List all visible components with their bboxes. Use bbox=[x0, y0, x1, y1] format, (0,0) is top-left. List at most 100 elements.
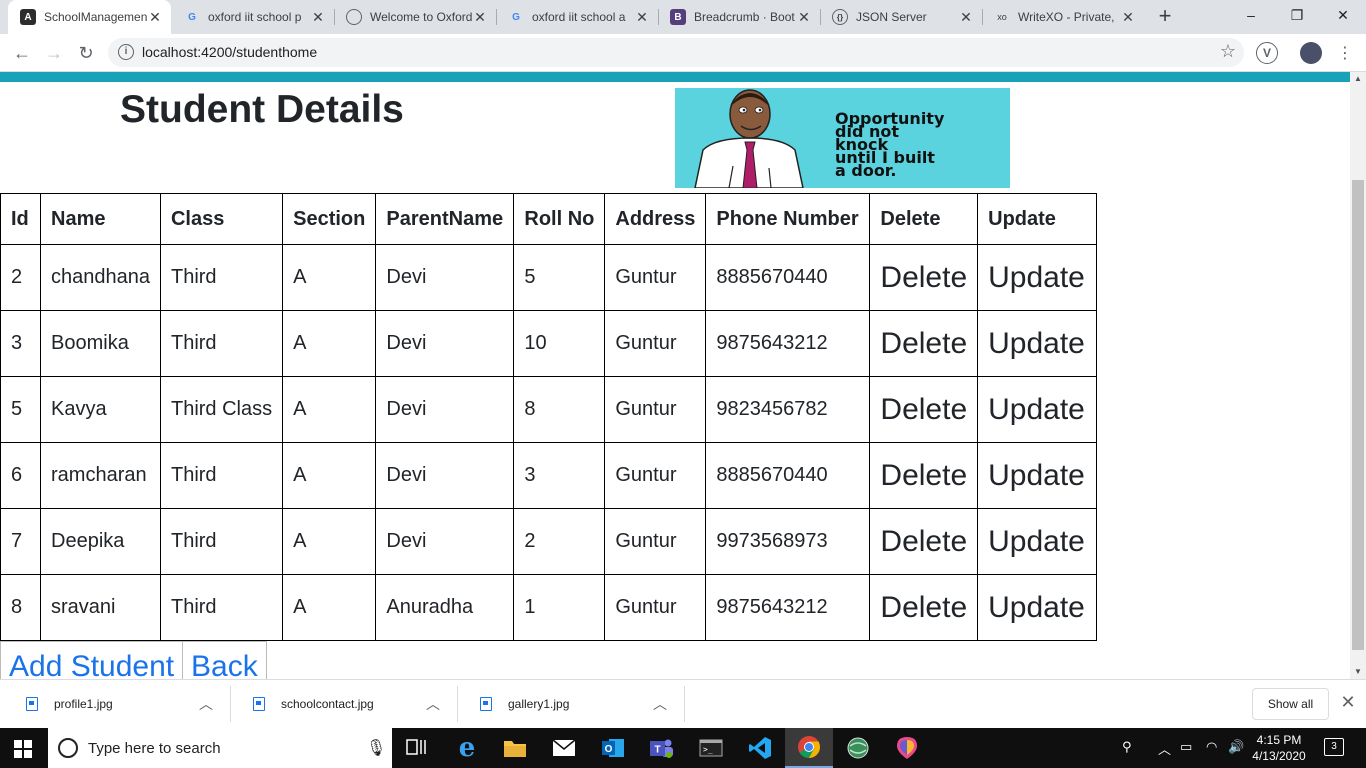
update-button[interactable]: Update bbox=[977, 310, 1098, 377]
delete-button[interactable]: Delete bbox=[869, 574, 979, 641]
notification-center-icon[interactable]: 3 bbox=[1324, 738, 1344, 756]
scroll-down-arrow-icon[interactable]: ▼ bbox=[1350, 665, 1366, 679]
tab-welcome-oxford[interactable]: Welcome to Oxford ✕ bbox=[334, 0, 496, 34]
mail-icon[interactable] bbox=[540, 728, 588, 768]
top-accent-bar bbox=[0, 72, 1350, 82]
chevron-up-icon[interactable]: ︿ bbox=[421, 694, 445, 714]
close-tab-icon[interactable]: ✕ bbox=[147, 9, 163, 25]
update-button[interactable]: Update bbox=[977, 574, 1098, 641]
scrollbar-thumb[interactable] bbox=[1352, 180, 1364, 650]
delete-button[interactable]: Delete bbox=[869, 508, 979, 575]
outlook-icon[interactable]: O bbox=[589, 728, 637, 768]
show-hidden-icons-chevron[interactable]: ︿ bbox=[1158, 739, 1171, 758]
new-tab-button[interactable]: + bbox=[1153, 5, 1177, 29]
cell-phone-number: 9973568973 bbox=[705, 508, 871, 575]
task-view-icon[interactable] bbox=[392, 728, 440, 768]
show-all-downloads-button[interactable]: Show all bbox=[1252, 688, 1329, 720]
cell-section: A bbox=[282, 310, 377, 377]
vertical-scrollbar[interactable]: ▲ ▼ bbox=[1350, 72, 1366, 679]
tab-writexo[interactable]: xo WriteXO - Private, ✕ bbox=[982, 0, 1144, 34]
close-tab-icon[interactable]: ✕ bbox=[310, 9, 326, 25]
close-window-button[interactable]: ✕ bbox=[1320, 0, 1366, 30]
wifi-icon[interactable]: ◠ bbox=[1206, 739, 1217, 755]
back-button[interactable]: Back bbox=[182, 641, 267, 679]
add-student-button[interactable]: Add Student bbox=[0, 641, 184, 679]
page-content: Student Details Opportunity did not knoc… bbox=[0, 72, 1350, 679]
tab-title: JSON Server bbox=[856, 10, 927, 24]
tab-oxford-search-2[interactable]: G oxford iit school a ✕ bbox=[496, 0, 658, 34]
taskbar-search-box[interactable]: Type here to search 🎙 bbox=[48, 728, 392, 768]
windows-start-icon[interactable] bbox=[14, 740, 32, 758]
svg-text:T: T bbox=[654, 745, 660, 756]
system-clock[interactable]: 4:15 PM 4/13/2020 bbox=[1248, 732, 1310, 764]
update-button[interactable]: Update bbox=[977, 244, 1098, 311]
minimize-button[interactable]: – bbox=[1228, 0, 1274, 30]
tab-strip: A SchoolManagement ✕ G oxford iit school… bbox=[0, 0, 1366, 34]
close-tab-icon[interactable]: ✕ bbox=[958, 9, 974, 25]
download-item[interactable]: profile1.jpg ︿ bbox=[4, 686, 231, 722]
download-item[interactable]: schoolcontact.jpg ︿ bbox=[231, 686, 458, 722]
info-icon[interactable]: i bbox=[118, 44, 134, 60]
maximize-button[interactable]: ❐ bbox=[1274, 0, 1320, 30]
address-bar[interactable]: i localhost:4200/studenthome ☆ bbox=[108, 38, 1244, 67]
browser-toolbar: ← → ↻ i localhost:4200/studenthome ☆ V ⋮ bbox=[0, 34, 1366, 72]
tab-json-server[interactable]: {} JSON Server ✕ bbox=[820, 0, 982, 34]
update-button[interactable]: Update bbox=[977, 376, 1098, 443]
scroll-up-arrow-icon[interactable]: ▲ bbox=[1350, 72, 1366, 86]
cell-id: 6 bbox=[0, 442, 41, 509]
volume-icon[interactable]: 🔊 bbox=[1228, 739, 1244, 755]
reload-icon[interactable]: ↻ bbox=[72, 39, 100, 67]
chevron-up-icon[interactable]: ︿ bbox=[194, 694, 218, 714]
cell-address: Guntur bbox=[604, 508, 707, 575]
delete-button[interactable]: Delete bbox=[869, 310, 979, 377]
paint-app-icon[interactable] bbox=[883, 728, 931, 768]
close-tab-icon[interactable]: ✕ bbox=[1120, 9, 1136, 25]
microphone-icon[interactable]: 🎙 bbox=[366, 738, 386, 758]
terminal-icon[interactable]: >_ bbox=[687, 728, 735, 768]
close-downloads-icon[interactable]: ✕ bbox=[1338, 692, 1358, 716]
column-header-section: Section bbox=[282, 193, 377, 245]
cell-roll-no: 5 bbox=[513, 244, 606, 311]
tab-oxford-search-1[interactable]: G oxford iit school p ✕ bbox=[172, 0, 334, 34]
menu-kebab-icon[interactable]: ⋮ bbox=[1334, 42, 1356, 64]
update-button[interactable]: Update bbox=[977, 442, 1098, 509]
cell-parentname: Devi bbox=[375, 508, 515, 575]
table-row: 3 Boomika Third A Devi 10 Guntur 9875643212 Dele… bbox=[0, 310, 1098, 377]
chrome-icon[interactable] bbox=[785, 728, 833, 768]
profile-avatar[interactable] bbox=[1300, 42, 1322, 64]
angular-icon: A bbox=[20, 9, 36, 25]
table-row: 8 sravani Third A Anuradha 1 Guntur 9875643212 D… bbox=[0, 574, 1098, 641]
delete-button[interactable]: Delete bbox=[869, 442, 979, 509]
clock-date: 4/13/2020 bbox=[1252, 749, 1306, 763]
people-icon[interactable]: ⚲ bbox=[1122, 739, 1132, 755]
download-item[interactable]: gallery1.jpg ︿ bbox=[458, 686, 685, 722]
table-row: 6 ramcharan Third A Devi 3 Guntur 8885670440 Del… bbox=[0, 442, 1098, 509]
close-tab-icon[interactable]: ✕ bbox=[634, 9, 650, 25]
globe-icon bbox=[346, 9, 362, 25]
url-text[interactable]: localhost:4200/studenthome bbox=[142, 44, 317, 60]
bookmark-star-icon[interactable]: ☆ bbox=[1220, 41, 1236, 62]
teams-icon[interactable]: T bbox=[638, 728, 686, 768]
update-button[interactable]: Update bbox=[977, 508, 1098, 575]
cell-name: Kavya bbox=[40, 376, 161, 443]
battery-icon[interactable]: ▭ bbox=[1180, 739, 1192, 755]
back-arrow-icon[interactable]: ← bbox=[8, 39, 36, 67]
tab-schoolmanagement[interactable]: A SchoolManagement ✕ bbox=[8, 0, 171, 34]
forward-arrow-icon[interactable]: → bbox=[40, 39, 68, 67]
edge-browser-icon[interactable]: e bbox=[443, 728, 491, 768]
delete-button[interactable]: Delete bbox=[869, 376, 979, 443]
delete-button[interactable]: Delete bbox=[869, 244, 979, 311]
cell-parentname: Devi bbox=[375, 244, 515, 311]
close-tab-icon[interactable]: ✕ bbox=[472, 9, 488, 25]
file-explorer-icon[interactable] bbox=[491, 728, 539, 768]
column-header-delete: Delete bbox=[869, 193, 979, 245]
cell-roll-no: 10 bbox=[513, 310, 606, 377]
vpn-extension-icon[interactable]: V bbox=[1256, 42, 1278, 64]
network-globe-app-icon[interactable] bbox=[834, 728, 882, 768]
close-tab-icon[interactable]: ✕ bbox=[796, 9, 812, 25]
chevron-up-icon[interactable]: ︿ bbox=[648, 694, 672, 714]
tab-title: Breadcrumb · Boot bbox=[694, 10, 795, 24]
tab-breadcrumb-bootstrap[interactable]: B Breadcrumb · Boot ✕ bbox=[658, 0, 820, 34]
vscode-icon[interactable] bbox=[736, 728, 784, 768]
students-table: Id Name Class Section ParentName Roll No… bbox=[0, 193, 1098, 641]
